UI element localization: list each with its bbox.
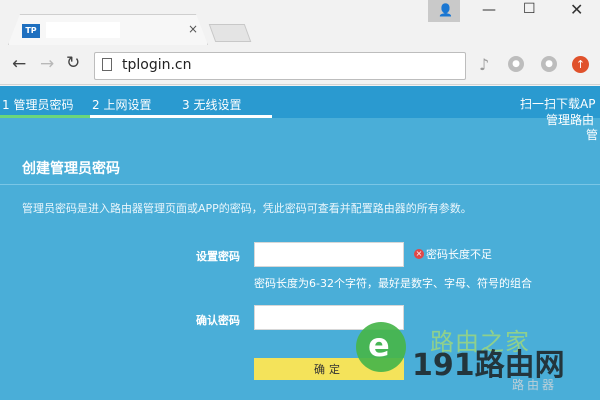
user-icon: 👤 xyxy=(438,3,453,17)
upload-icon[interactable]: ↑ xyxy=(572,56,589,73)
setup-progress-bar xyxy=(0,115,272,118)
new-tab-button[interactable] xyxy=(208,24,252,42)
form-description: 管理员密码是进入路由器管理页面或APP的密码，凭此密码可查看并配置路由器的所有参… xyxy=(22,202,472,215)
app-download-promo-line3: 管 xyxy=(586,128,599,142)
password-hint: 密码长度为6-32个字符，最好是数字、字母、符号的组合 xyxy=(254,277,532,290)
app-download-promo: 扫一扫下载AP xyxy=(520,97,596,111)
setup-progress-fill xyxy=(0,115,90,118)
window-close-button[interactable]: ✕ xyxy=(570,0,583,19)
tab-title-redacted xyxy=(46,22,120,38)
tab-close-icon[interactable]: × xyxy=(188,22,198,36)
extension-icon[interactable]: ● xyxy=(541,56,557,72)
watermark-logo-glyph: e xyxy=(368,326,390,364)
voice-icon[interactable]: ♪ xyxy=(479,55,489,74)
page-icon xyxy=(102,58,112,71)
watermark-text-small: 路由器 xyxy=(512,378,558,392)
password-label: 设置密码 xyxy=(196,250,240,263)
setup-header: 1 管理员密码 2 上网设置 3 无线设置 扫一扫下载AP 管理路由 管 xyxy=(0,86,600,142)
password-input[interactable] xyxy=(254,242,404,267)
step-wireless-settings[interactable]: 3 无线设置 xyxy=(182,96,241,113)
extension-icon[interactable]: ● xyxy=(508,56,524,72)
step-internet-settings[interactable]: 2 上网设置 xyxy=(92,96,151,113)
window-maximize-button[interactable]: ☐ xyxy=(523,1,536,17)
address-bar-url[interactable]: tplogin.cn xyxy=(122,57,192,73)
step-admin-password[interactable]: 1 管理员密码 xyxy=(2,96,73,113)
reload-button[interactable]: ↻ xyxy=(66,53,80,73)
confirm-password-label: 确认密码 xyxy=(196,314,240,327)
window-minimize-button[interactable]: — xyxy=(482,2,496,18)
back-button[interactable]: ← xyxy=(12,54,26,74)
form-title: 创建管理员密码 xyxy=(22,161,120,177)
forward-button[interactable]: → xyxy=(40,54,54,74)
password-error-text: 密码长度不足 xyxy=(426,248,492,261)
tab-favicon-icon: TP xyxy=(22,24,40,38)
router-setup-page: 1 管理员密码 2 上网设置 3 无线设置 扫一扫下载AP 管理路由 管 创建管… xyxy=(0,86,600,400)
error-icon: × xyxy=(414,249,424,259)
title-divider xyxy=(0,184,600,185)
